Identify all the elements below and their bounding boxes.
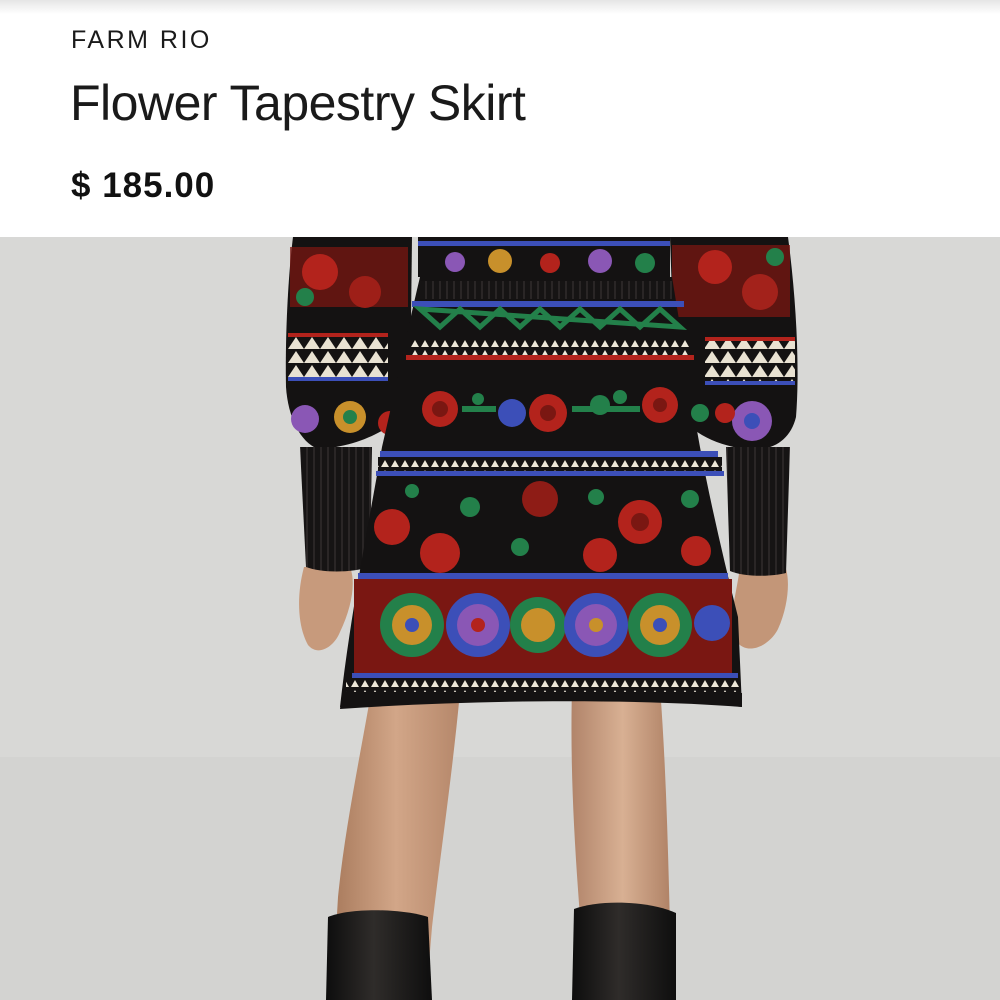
product-header: FARM RIO Flower Tapestry Skirt $ 185.00 xyxy=(0,0,1000,237)
product-title: Flower Tapestry Skirt xyxy=(70,75,526,131)
product-price: $ 185.00 xyxy=(71,166,216,205)
product-photo-illustration xyxy=(0,237,1000,1000)
product-image[interactable] xyxy=(0,237,1000,1000)
brand-name[interactable]: FARM RIO xyxy=(71,26,212,55)
top-shadow xyxy=(0,0,1000,14)
